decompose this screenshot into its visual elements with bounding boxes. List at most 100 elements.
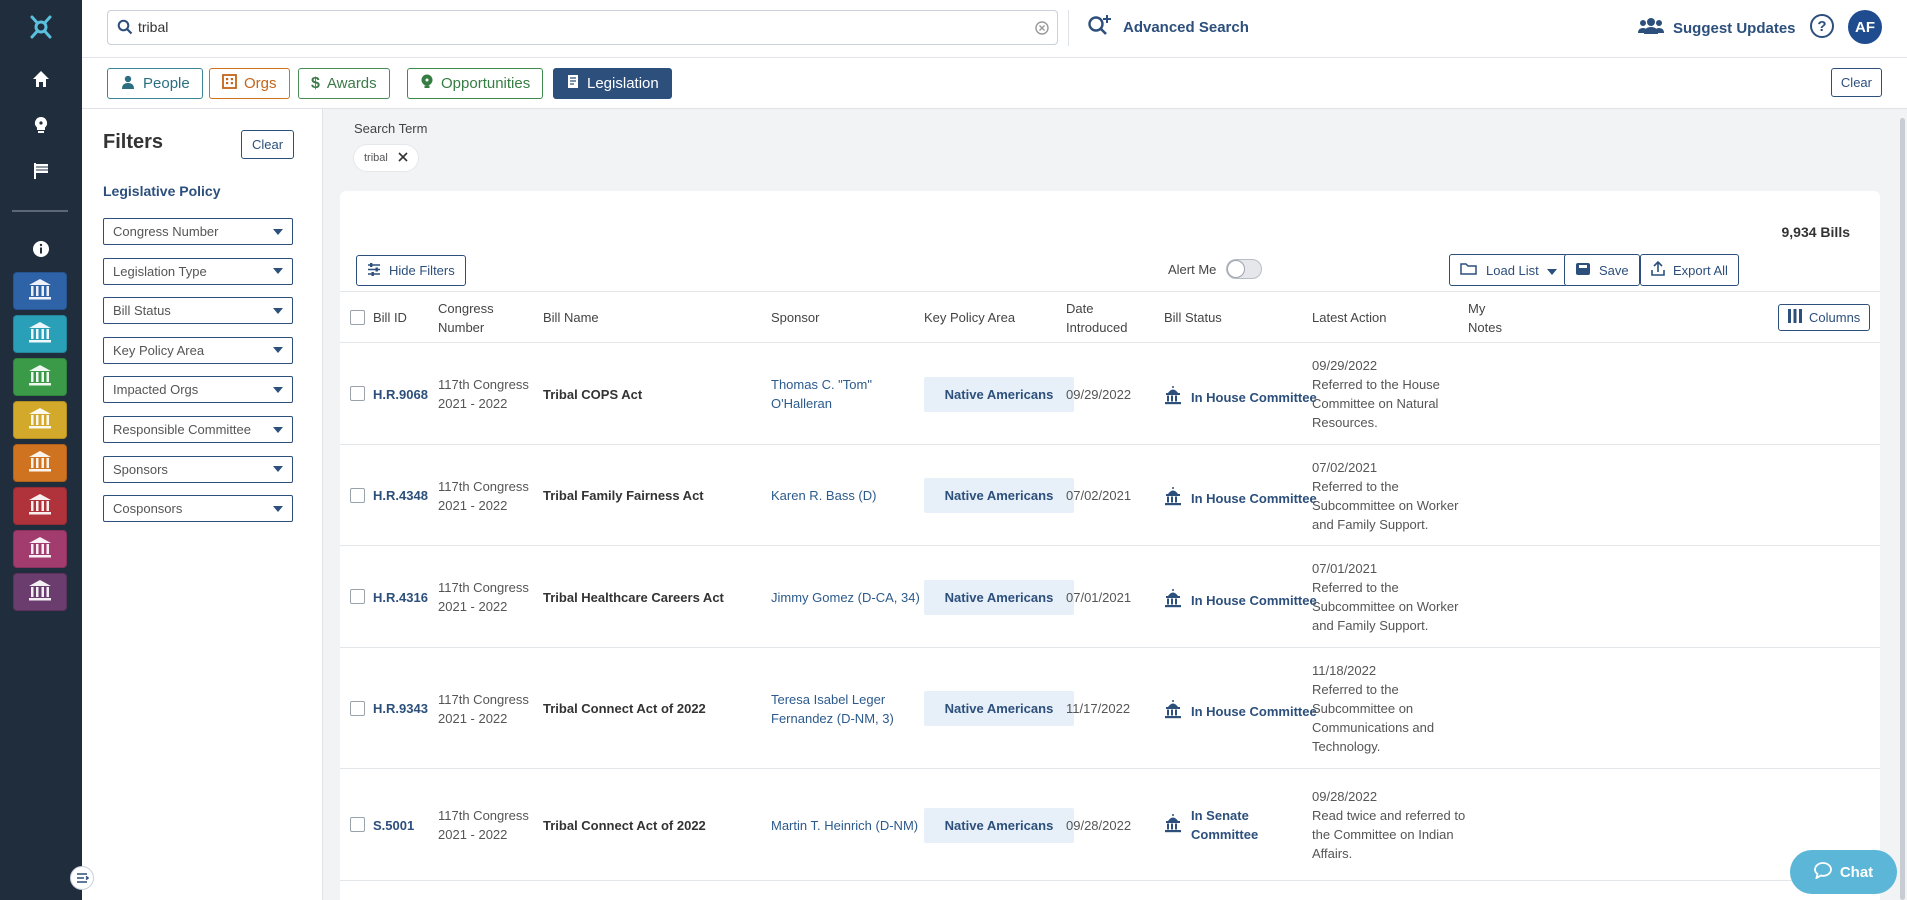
sponsor-link[interactable]: Martin T. Heinrich (D-NM) [771,816,918,835]
filter-dropdown[interactable]: Sponsors [103,455,293,483]
table-row[interactable]: S.5001 117th Congress 2021 - 2022 Tribal Co… [340,769,1880,881]
person-icon [120,75,136,93]
clear-all-button[interactable]: Clear [1830,68,1882,97]
columns-button[interactable]: Columns [1778,304,1871,331]
search-icon [117,19,133,40]
sponsor-link[interactable]: Thomas C. "Tom" O'Halleran [771,375,872,413]
rail-tile-government-building[interactable] [13,358,67,396]
table-row[interactable]: H.R.4348 117th Congress 2021 - 2022 Tribal … [340,445,1880,546]
clear-filters-button[interactable]: Clear [241,130,295,159]
table-row[interactable]: H.R.4316 117th Congress 2021 - 2022 Tribal … [340,546,1880,648]
collapse-rail-icon[interactable] [70,866,94,890]
rail-tile-justice-scale[interactable] [13,444,67,482]
filter-dropdown[interactable]: Congress Number [103,218,293,245]
help-icon[interactable]: ? [1810,14,1834,38]
rail-tile-gavel[interactable] [13,573,67,611]
sponsor-link[interactable]: Jimmy Gomez (D-CA, 34) [771,588,920,607]
bill-id-link[interactable]: H.R.9343 [373,699,428,718]
search-input[interactable]: tribal [107,10,1058,45]
latest-action: 07/01/2021 Referred to the Subcommittee on… [1312,559,1458,635]
row-checkbox[interactable] [350,700,365,716]
bill-name[interactable]: Tribal Healthcare Careers Act [543,588,724,607]
export-all-button[interactable]: Export All [1640,254,1739,286]
bill-name[interactable]: Tribal Connect Act of 2022 [543,699,706,718]
tab-opportunities[interactable]: Opportunities [407,68,544,99]
table-row[interactable]: H.R.9343 117th Congress 2021 - 2022 Tribal … [340,648,1880,769]
filter-dropdown[interactable]: Impacted Orgs [103,376,293,404]
advanced-search-button[interactable]: Advanced Search [1087,14,1249,40]
row-checkbox[interactable] [350,817,365,832]
row-checkbox[interactable] [350,386,365,401]
col-date-introduced[interactable]: Date Introduced [1066,299,1127,337]
rail-tile-capitol[interactable] [13,272,67,310]
clear-search-icon[interactable] [1035,21,1049,40]
rail-tile-hand-globe[interactable] [13,530,67,568]
filter-dropdown[interactable]: Key Policy Area [103,336,293,364]
bill-name[interactable]: Tribal Connect Act of 2022 [543,816,706,835]
policy-area-badge: Native Americans [924,376,1074,412]
table-row[interactable]: H.R.9068 117th Congress 2021 - 2022 Tribal … [340,343,1880,445]
save-button[interactable]: Save [1564,254,1640,286]
folder-icon [1460,262,1478,278]
rail-tile-city-building[interactable] [13,487,67,525]
select-all-checkbox[interactable] [350,310,365,325]
load-list-button[interactable]: Load List [1449,254,1568,286]
row-checkbox[interactable] [350,487,365,503]
bill-name[interactable]: Tribal COPS Act [543,385,642,404]
info-icon[interactable] [28,236,54,262]
app-logo-icon[interactable] [26,12,56,42]
filters-section-title: Legislative Policy [103,183,221,199]
bill-name-line: Tribal COPS Act [543,386,643,402]
col-key-policy-area[interactable]: Key Policy Area [924,308,1015,327]
columns-label: Columns [1809,310,1861,325]
latest-action-line: 07/02/2021 [1312,459,1378,475]
bill-id-link-line: H.R.9343 [373,701,428,716]
suggest-updates-button[interactable]: Suggest Updates [1638,17,1796,39]
chat-label: Chat [1839,863,1874,881]
bill-id-link-line: H.R.9068 [373,386,428,402]
row-checkbox[interactable] [350,589,365,604]
rail-tile-money-building[interactable] [13,401,67,439]
sponsor-link[interactable]: Teresa Isabel Leger Fernandez (D-NM, 3) [771,690,894,728]
col-my-notes[interactable]: My Notes [1468,299,1502,337]
bill-id-link[interactable]: S.5001 [373,816,414,835]
sponsor-link-line: Jimmy Gomez (D-CA, 34) [771,589,920,605]
hide-filters-button[interactable]: Hide Filters [356,255,466,286]
lightbulb-icon[interactable] [28,112,54,138]
sliders-icon [367,262,381,279]
rail-tile-institution[interactable] [13,315,67,353]
col-latest-action[interactable]: Latest Action [1312,308,1386,327]
bill-id-link[interactable]: H.R.4348 [373,486,428,505]
chat-button[interactable]: Chat [1790,850,1897,894]
col-bill-status[interactable]: Bill Status [1164,308,1222,327]
filter-dropdown[interactable]: Responsible Committee [103,416,293,443]
tab-legislation[interactable]: Legislation [553,68,672,99]
tab-people[interactable]: People [107,68,203,99]
filter-dropdown[interactable]: Bill Status [103,297,293,325]
chevron-down-icon [273,386,283,393]
sponsor-link[interactable]: Karen R. Bass (D) [771,486,876,505]
filter-dropdown[interactable]: Legislation Type [103,257,293,285]
col-sponsor[interactable]: Sponsor [771,308,819,327]
avatar[interactable]: AF [1848,10,1882,44]
flag-icon[interactable] [28,158,54,184]
page-scrollbar[interactable] [1900,118,1905,900]
latest-action-line: Read twice and referred to [1312,808,1466,823]
col-congress-number[interactable]: Congress Number [438,299,494,337]
col-bill-id[interactable]: Bill ID [373,308,407,327]
bill-name[interactable]: Tribal Family Fairness Act [543,486,704,505]
latest-action-line: 07/01/2021 [1312,561,1378,576]
filter-dropdown[interactable]: Cosponsors [103,495,293,523]
bill-id-link[interactable]: H.R.4316 [373,588,428,607]
bill-id-link-line: H.R.4316 [373,589,428,605]
bill-id-link[interactable]: H.R.9068 [373,385,428,404]
tab-orgs[interactable]: Orgs [209,68,290,99]
alert-me-toggle[interactable] [1226,259,1263,279]
advanced-search-label: Advanced Search [1123,18,1249,36]
filter-dropdown-label: Responsible Committee [113,422,252,437]
home-icon[interactable] [28,66,54,92]
col-bill-name[interactable]: Bill Name [543,308,599,327]
tab-awards[interactable]: $ Awards [298,68,390,99]
remove-chip-icon[interactable] [398,151,408,165]
latest-action-line: 09/28/2022 [1312,789,1378,804]
